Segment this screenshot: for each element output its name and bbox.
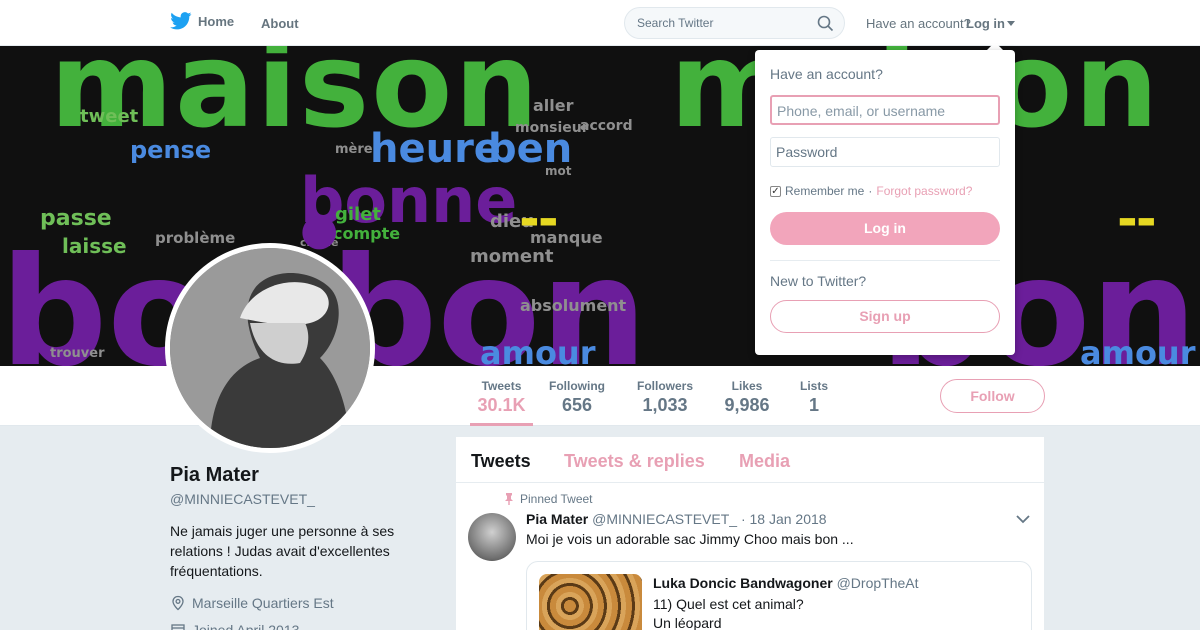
remember-label[interactable]: Remember me: [785, 184, 864, 198]
profile-handle[interactable]: @MINNIECASTEVET_: [170, 491, 315, 507]
stat-label: Following: [549, 379, 605, 393]
nav-home[interactable]: Home: [170, 12, 234, 30]
banner-word: accord: [580, 118, 633, 134]
banner-word: pense: [130, 136, 212, 164]
nav-home-label: Home: [198, 13, 235, 29]
banner-word: aller: [533, 96, 574, 115]
location-pin-icon: [172, 595, 184, 611]
have-account-text: Have an account?: [866, 16, 971, 31]
banner-word: monsieur: [515, 120, 589, 136]
quoted-text-line: Un léopard: [653, 615, 722, 630]
separator-dot: ·: [868, 184, 873, 198]
twitter-bird-icon: [170, 12, 192, 30]
tweet-author-name[interactable]: Pia Mater: [526, 511, 588, 527]
banner-word: ▬▬: [1118, 208, 1156, 232]
pin-icon: [505, 493, 513, 505]
avatar-photo: [170, 248, 370, 448]
password-field[interactable]: Password: [770, 137, 1000, 167]
quoted-tweet[interactable]: Luka Doncic Bandwagoner @DropTheAt 11) Q…: [526, 561, 1032, 630]
dropdown-arrow: [987, 42, 1003, 50]
stat-label: Lists: [799, 379, 828, 393]
banner-word: amour: [1080, 334, 1196, 366]
remember-row: ✓ Remember me · Forgot password?: [770, 184, 972, 198]
chevron-down-icon[interactable]: [1016, 515, 1030, 524]
quoted-tweet-header: Luka Doncic Bandwagoner @DropTheAt: [653, 575, 919, 591]
follow-button[interactable]: Follow: [940, 379, 1045, 413]
location-text: Marseille Quartiers Est: [192, 595, 334, 611]
tweet-header: Pia Mater @MINNIECASTEVET_ · 18 Jan 2018: [526, 511, 827, 527]
profile-bio: Ne jamais juger une personne à ses relat…: [170, 523, 395, 579]
login-dropdown-toggle[interactable]: Log in: [966, 16, 1015, 31]
pinned-tweet-label: Pinned Tweet: [504, 492, 593, 506]
nav-about[interactable]: About: [261, 16, 299, 31]
username-field[interactable]: Phone, email, or username: [770, 95, 1000, 125]
quoted-tweet-image: [539, 574, 642, 630]
divider: [770, 260, 1000, 261]
login-button[interactable]: Log in: [770, 212, 1000, 245]
search-placeholder: Search Twitter: [637, 16, 714, 30]
banner-word: moment: [470, 246, 554, 267]
banner-word: amour: [480, 334, 596, 366]
stat-tweets[interactable]: Tweets 30.1K: [470, 366, 533, 426]
joined-text: Joined April 2013: [192, 622, 300, 630]
quoted-author-name: Luka Doncic Bandwagoner: [653, 575, 833, 591]
tab-tweets[interactable]: Tweets: [471, 451, 531, 472]
stat-label: Followers: [636, 379, 693, 393]
stat-value: 30.1K: [477, 395, 526, 415]
banner-word: compte: [333, 224, 401, 243]
stat-following[interactable]: Following 656: [546, 366, 608, 426]
stat-value: 9,986: [724, 395, 770, 415]
banner-word: tweet: [80, 106, 139, 127]
pinned-text: Pinned Tweet: [520, 492, 593, 506]
stat-value: 1,033: [642, 395, 688, 415]
profile-location: Marseille Quartiers Est: [170, 595, 334, 611]
banner-word: mère: [335, 142, 373, 157]
search-icon[interactable]: [817, 15, 834, 32]
caret-down-icon: [1007, 20, 1015, 26]
stat-followers[interactable]: Followers 1,033: [634, 366, 696, 426]
stat-label: Tweets: [481, 379, 522, 393]
signup-button[interactable]: Sign up: [770, 300, 1000, 333]
banner-word: passe: [40, 206, 112, 231]
banner-word: ▬▬: [520, 208, 558, 232]
calendar-icon: [171, 624, 185, 630]
quoted-text-line: 11) Quel est cet animal?: [653, 596, 804, 612]
quoted-author-handle: @DropTheAt: [836, 575, 919, 591]
search-input[interactable]: Search Twitter: [624, 7, 845, 39]
top-nav: Home About Search Twitter Have an accoun…: [0, 0, 1200, 46]
profile-avatar[interactable]: [165, 243, 375, 453]
new-to-twitter-text: New to Twitter?: [770, 273, 867, 289]
tweet-text: Moi je vois un adorable sac Jimmy Choo m…: [526, 531, 854, 547]
banner-word: laisse: [62, 234, 127, 258]
tweet-avatar[interactable]: [468, 513, 516, 561]
banner-word: problème: [155, 229, 236, 247]
remember-checkbox[interactable]: ✓: [770, 185, 781, 197]
banner-word: mot: [545, 164, 572, 178]
tweet-author-handle[interactable]: @MINNIECASTEVET_: [592, 511, 737, 527]
banner-word: ●: [300, 204, 339, 255]
login-link-label: Log in: [966, 16, 1005, 31]
banner-word: absolument: [520, 296, 627, 315]
stat-likes[interactable]: Likes 9,986: [722, 366, 772, 426]
tab-tweets-replies[interactable]: Tweets & replies: [564, 451, 705, 472]
avatar-portrait-image: [170, 248, 370, 448]
stat-value: 1: [808, 395, 819, 415]
password-placeholder: Password: [776, 144, 838, 160]
timeline: Tweets Tweets & replies Media Pinned Twe…: [456, 437, 1044, 630]
stat-value: 656: [561, 395, 593, 415]
banner-word: gilet: [335, 204, 382, 225]
dropdown-title: Have an account?: [770, 66, 883, 82]
stat-label: Likes: [731, 379, 763, 393]
forgot-password-link[interactable]: Forgot password?: [876, 184, 972, 198]
login-dropdown: Have an account? Phone, email, or userna…: [755, 50, 1015, 355]
banner-word: trouver: [50, 346, 105, 361]
tab-media[interactable]: Media: [739, 451, 790, 472]
tweet-date[interactable]: · 18 Jan 2018: [741, 511, 827, 527]
stat-lists[interactable]: Lists 1: [797, 366, 831, 426]
profile-joined: Joined April 2013: [170, 622, 299, 630]
username-placeholder: Phone, email, or username: [777, 103, 946, 119]
profile-name[interactable]: Pia Mater: [170, 464, 259, 487]
timeline-tabs: Tweets Tweets & replies Media: [456, 437, 1044, 483]
